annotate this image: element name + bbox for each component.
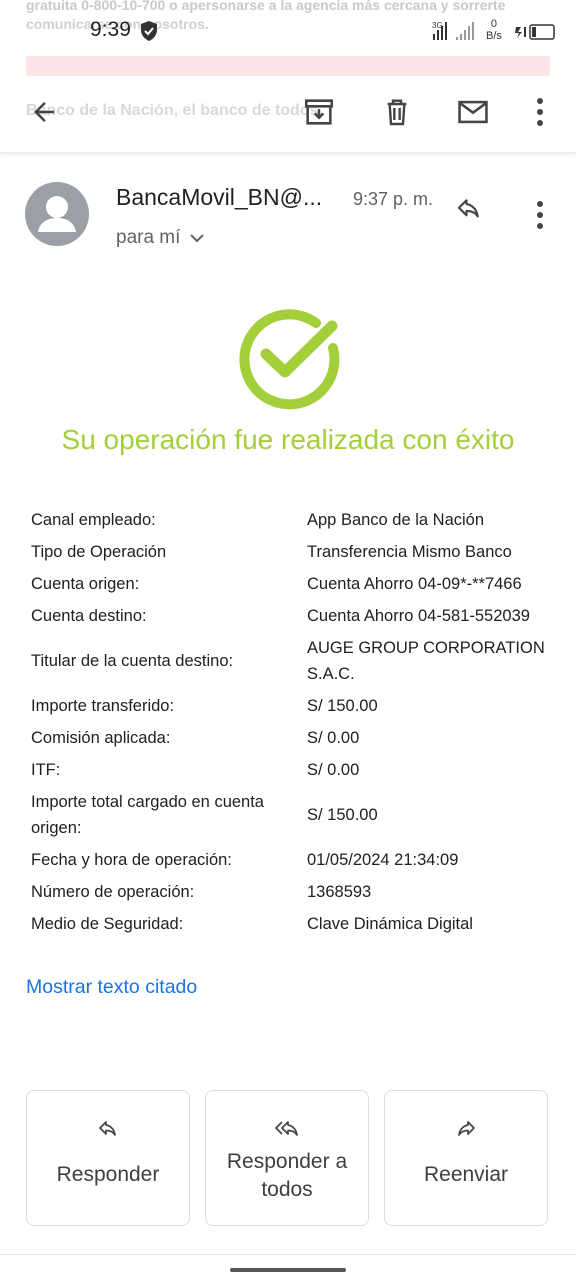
message-more-button[interactable] — [535, 200, 545, 235]
reply-label: Responder — [56, 1163, 160, 1186]
forward-button[interactable]: Reenviar — [384, 1090, 548, 1226]
email-header: BancaMovil_BN@... 9:37 p. m. para mí — [0, 160, 576, 270]
detail-value: 1368593 — [307, 883, 372, 901]
home-gesture-bar[interactable] — [230, 1268, 346, 1272]
detail-row: Canal empleado: App Banco de la Nación — [31, 504, 551, 536]
email-toolbar: Banco de la Nación, el banco de todos — [0, 80, 576, 153]
detail-value: S/ 150.00 — [307, 697, 378, 715]
detail-row: Fecha y hora de operación: 01/05/2024 21:… — [31, 844, 551, 876]
show-quoted-text-link[interactable]: Mostrar texto citado — [26, 976, 197, 999]
success-check-icon — [239, 309, 340, 410]
back-button[interactable] — [20, 88, 68, 136]
status-clock: 9:39 — [90, 18, 131, 41]
operation-details-table: Canal empleado: App Banco de la Nación Ti… — [31, 504, 551, 940]
detail-row: Comisión aplicada: S/ 0.00 — [31, 722, 551, 754]
detail-label: ITF: — [31, 761, 61, 779]
forward-label: Reenviar — [423, 1163, 509, 1186]
detail-value: AUGE GROUP CORPORATION S.A.C. — [307, 639, 545, 683]
detail-label: Cuenta destino: — [31, 607, 147, 625]
detail-value: 01/05/2024 21:34:09 — [307, 851, 459, 869]
detail-row: Importe transferido: S/ 150.00 — [31, 690, 551, 722]
more-options-button[interactable] — [516, 88, 564, 136]
detail-row: Tipo de Operación Transferencia Mismo Ban… — [31, 536, 551, 568]
detail-label: Tipo de Operación — [31, 543, 167, 561]
arrow-back-icon — [34, 102, 54, 122]
reply-all-label-line2: todos — [261, 1178, 313, 1201]
reply-quick-button[interactable] — [452, 194, 486, 229]
battery-icon — [515, 24, 555, 40]
archive-button[interactable] — [295, 88, 343, 136]
speed-unit: B/s — [486, 30, 502, 42]
status-bar: gratuita 0-800-10-700 o apersonarse a la… — [0, 0, 576, 56]
detail-row: Número de operación: 1368593 — [31, 876, 551, 908]
archive-icon — [304, 99, 334, 125]
mail-icon — [458, 100, 488, 124]
person-icon — [38, 196, 76, 232]
reply-icon — [99, 1121, 116, 1136]
detail-value: S/ 0.00 — [307, 761, 360, 779]
detail-row: Cuenta origen: Cuenta Ahorro 04-09*-**746… — [31, 568, 551, 600]
detail-label: Importe total cargado en cuenta origen: — [31, 793, 264, 837]
sender-name[interactable]: BancaMovil_BN@... — [116, 184, 322, 211]
delete-button[interactable] — [373, 88, 421, 136]
detail-value: App Banco de la Nación — [307, 511, 485, 529]
trash-icon — [387, 99, 407, 126]
detail-label: Importe transferido: — [31, 697, 175, 715]
detail-label: Medio de Seguridad: — [31, 915, 184, 933]
mark-unread-button[interactable] — [449, 88, 497, 136]
success-title: Su operación fue realizada con éxito — [61, 424, 515, 455]
detail-value: S/ 150.00 — [307, 806, 378, 824]
reply-all-icon — [275, 1121, 298, 1136]
system-nav-bar — [0, 1254, 576, 1281]
detail-row: ITF: S/ 0.00 — [31, 754, 551, 786]
reply-button[interactable]: Responder — [26, 1090, 190, 1226]
detail-value: S/ 0.00 — [307, 729, 360, 747]
detail-value: Transferencia Mismo Banco — [307, 543, 512, 561]
reply-icon — [457, 199, 479, 218]
avatar[interactable] — [25, 182, 89, 246]
network-speed: 0 B/s — [486, 18, 502, 42]
email-time: 9:37 p. m. — [353, 189, 434, 209]
reply-all-label-line1: Responder a — [226, 1150, 348, 1173]
detail-label: Cuenta origen: — [31, 575, 140, 593]
detail-row: Cuenta destino: Cuenta Ahorro 04-581-5520… — [31, 600, 551, 632]
reply-all-button[interactable]: Responder a todos — [205, 1090, 369, 1226]
speed-value: 0 — [490, 18, 498, 30]
detail-row: Medio de Seguridad: Clave Dinámica Digita… — [31, 908, 551, 940]
detail-row: Titular de la cuenta destino: AUGE GROUP … — [31, 632, 551, 690]
chevron-down-icon — [190, 234, 205, 243]
signal-icon: 3G — [432, 21, 474, 40]
shield-icon — [141, 21, 157, 41]
more-vert-icon — [537, 98, 543, 126]
detail-value: Cuenta Ahorro 04-581-552039 — [307, 607, 530, 625]
recipient-toggle[interactable]: para mí — [116, 227, 205, 249]
detail-label: Número de operación: — [31, 883, 195, 901]
detail-value: Cuenta Ahorro 04-09*-**7466 — [307, 575, 522, 593]
detail-value: Clave Dinámica Digital — [307, 915, 473, 933]
detail-label: Canal empleado: — [31, 511, 156, 529]
detail-label: Comisión aplicada: — [31, 729, 171, 747]
detail-label: Fecha y hora de operación: — [31, 851, 232, 869]
notification-strip — [26, 56, 550, 76]
detail-row: Importe total cargado en cuenta origen: S… — [31, 786, 551, 844]
recipient-label: para mí — [116, 227, 181, 248]
more-vert-icon — [537, 201, 543, 229]
forward-icon — [458, 1121, 475, 1136]
detail-label: Titular de la cuenta destino: — [31, 652, 234, 670]
ghost-subject: Banco de la Nación, el banco de todos — [26, 102, 319, 119]
